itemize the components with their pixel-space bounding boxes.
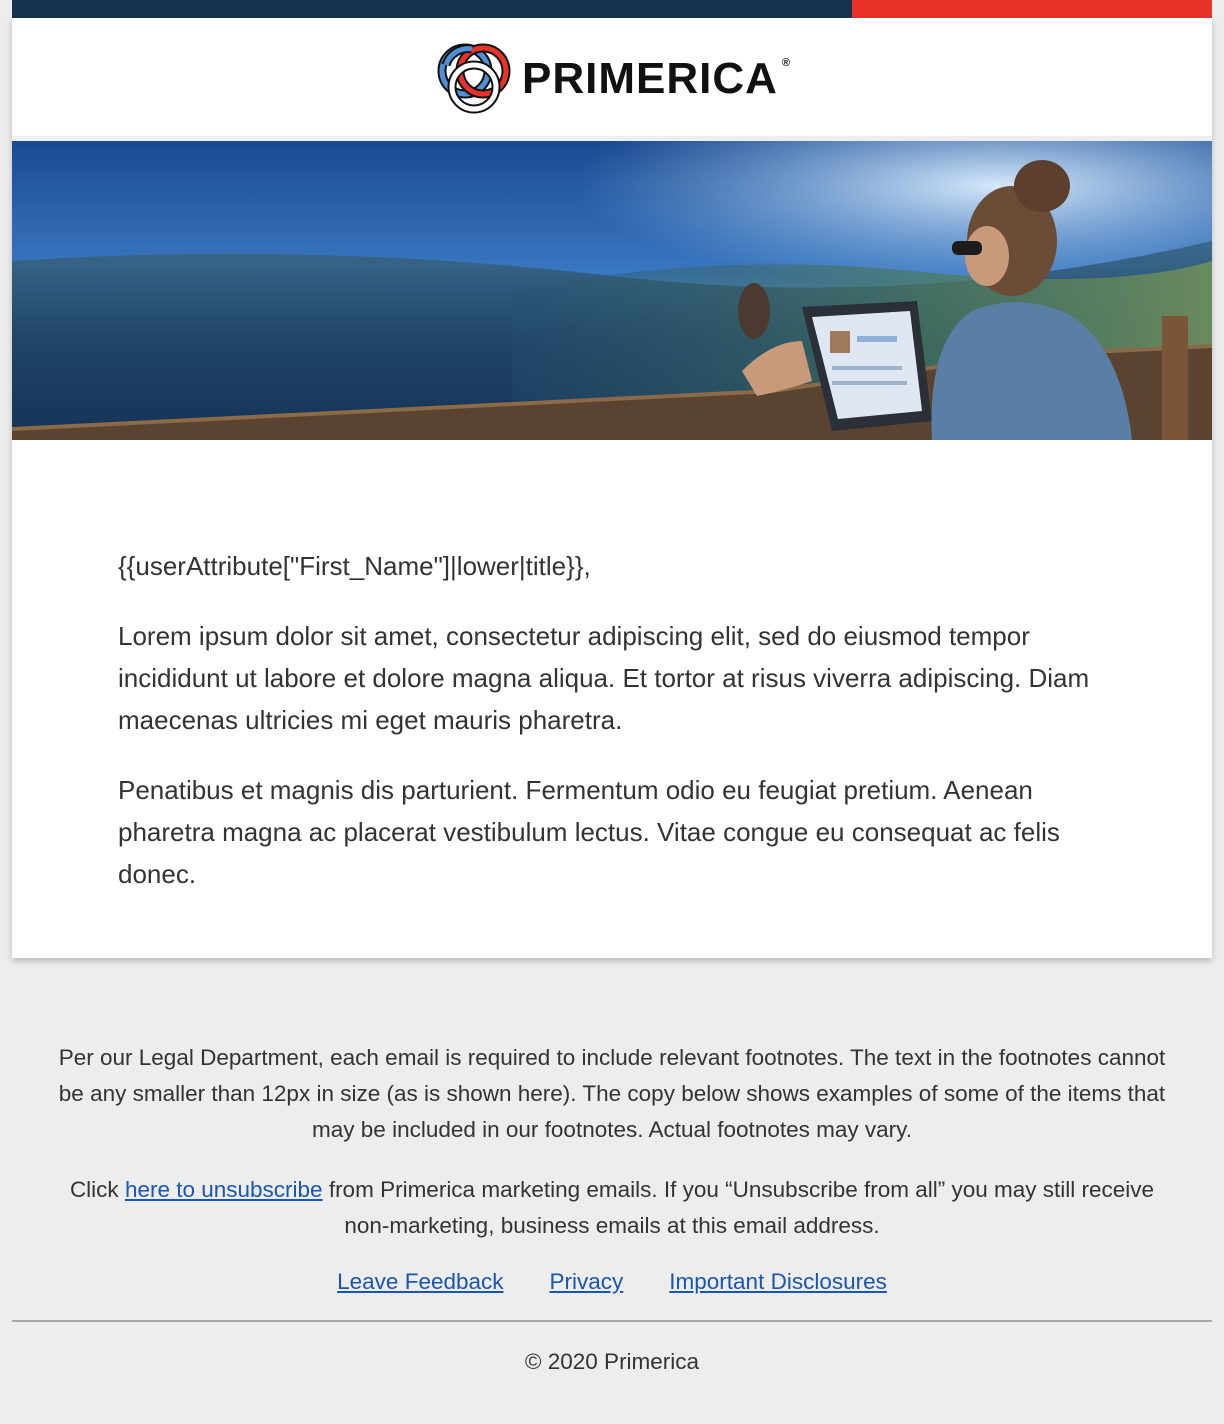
- legal-footnote: Per our Legal Department, each email is …: [58, 1045, 1166, 1142]
- footer-divider: [12, 1320, 1212, 1322]
- leave-feedback-link[interactable]: Leave Feedback: [337, 1264, 503, 1300]
- privacy-link[interactable]: Privacy: [550, 1264, 624, 1300]
- email-body: {{userAttribute["First_Name"]|lower|titl…: [118, 545, 1118, 923]
- body-paragraph-1: Lorem ipsum dolor sit amet, consectetur …: [118, 621, 1090, 735]
- hero-image: [12, 141, 1212, 440]
- primerica-logo-icon: [435, 39, 512, 115]
- primerica-logo[interactable]: PRIMERICA ®: [432, 35, 792, 119]
- email-card: PRIMERICA ® {{userAttribute["First_Name"…: [12, 18, 1212, 958]
- unsubscribe-suffix: from Primerica marketing emails. If you …: [322, 1177, 1155, 1238]
- registered-mark: ®: [781, 57, 790, 69]
- email-footer: Per our Legal Department, each email is …: [0, 1040, 1224, 1380]
- top-bar-red: [852, 0, 1212, 18]
- unsubscribe-prefix: Click: [69, 1177, 125, 1202]
- top-bar-navy: [12, 0, 852, 18]
- top-accent-bar: [12, 0, 1212, 18]
- copyright: © 2020 Primerica: [524, 1349, 700, 1374]
- logo-wordmark: PRIMERICA: [521, 54, 778, 103]
- hero-illustration: [12, 141, 1212, 440]
- greeting: {{userAttribute["First_Name"]|lower|titl…: [118, 551, 591, 581]
- header: PRIMERICA ®: [12, 18, 1212, 136]
- unsubscribe-link[interactable]: here to unsubscribe: [125, 1177, 323, 1202]
- body-paragraph-2: Penatibus et magnis dis parturient. Ferm…: [118, 775, 1060, 889]
- important-disclosures-link[interactable]: Important Disclosures: [669, 1264, 887, 1300]
- footer-links: Leave Feedback Privacy Important Disclos…: [0, 1264, 1224, 1300]
- unsubscribe-text: Click here to unsubscribe from Primerica…: [52, 1172, 1172, 1244]
